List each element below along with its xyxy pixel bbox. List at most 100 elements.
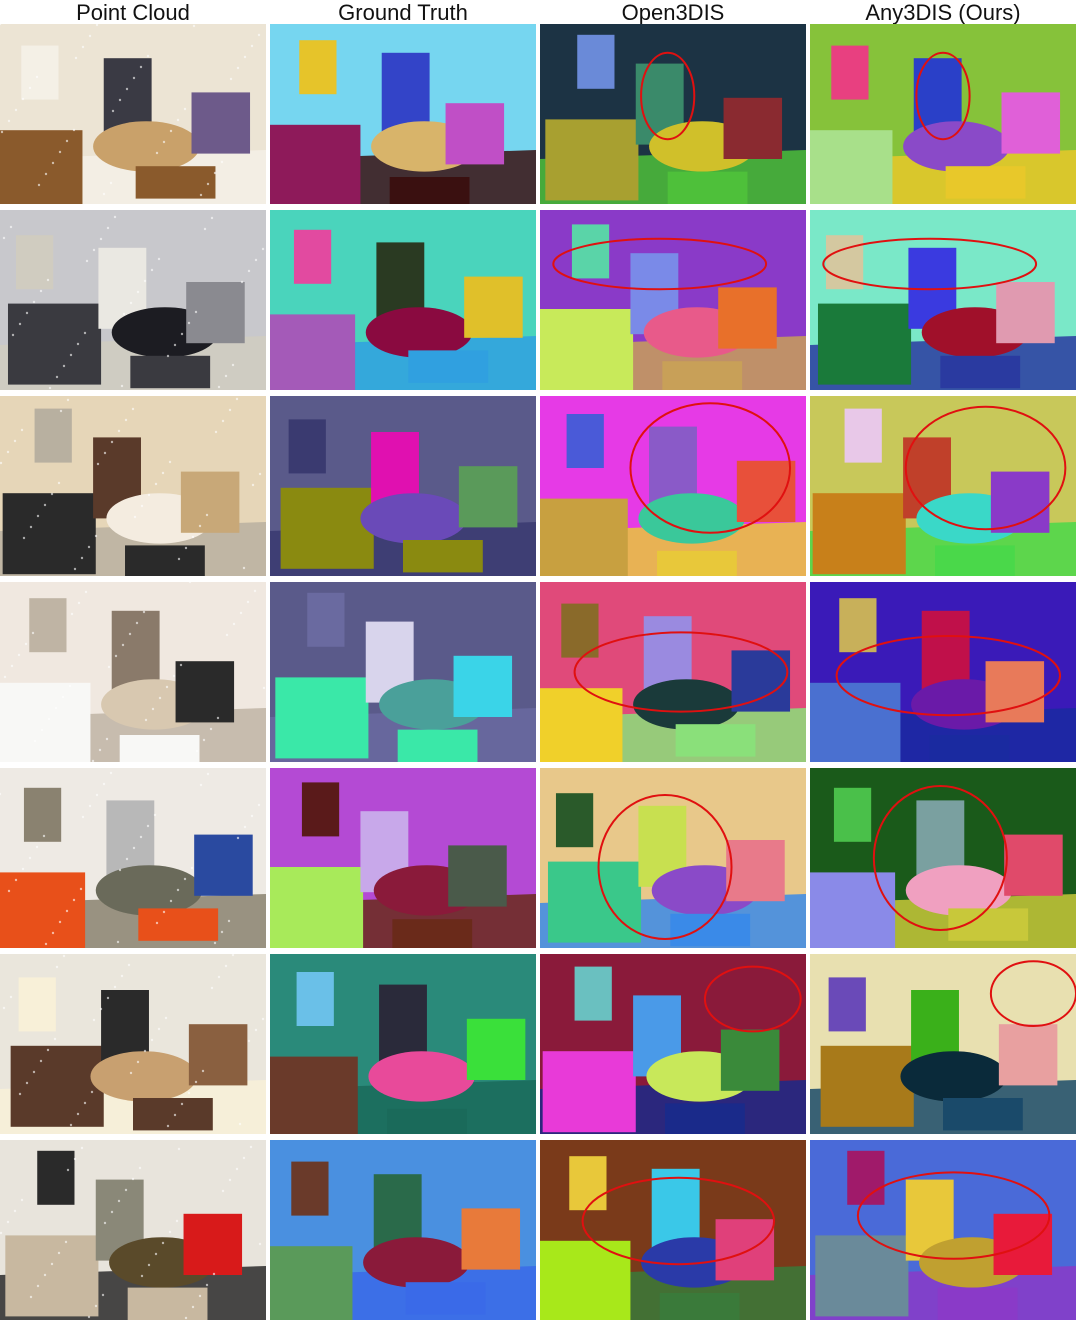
segment-region (996, 282, 1055, 344)
point-speck (231, 363, 235, 367)
point-speck (183, 877, 187, 881)
segment-region (175, 661, 235, 723)
segment-region (18, 977, 56, 1032)
segment-region (720, 1029, 780, 1091)
panel-image (270, 24, 536, 204)
panel-living-room-sofa-o3 (540, 396, 806, 576)
point-speck (36, 514, 40, 518)
point-speck (51, 931, 55, 935)
point-speck (262, 686, 266, 690)
segment-region (839, 598, 877, 653)
segment-region (945, 166, 1026, 199)
point-speck (51, 161, 55, 165)
point-speck (98, 748, 102, 752)
segment-region (831, 45, 869, 100)
segment-region (675, 724, 756, 757)
segment-region (935, 545, 1015, 576)
point-speck (59, 409, 63, 413)
point-speck (199, 783, 203, 787)
segment-region (633, 679, 740, 730)
point-speck (206, 772, 210, 776)
point-speck (121, 643, 125, 647)
segment-region (667, 171, 748, 204)
segment-region (542, 1051, 636, 1133)
point-speck (139, 835, 143, 839)
point-speck (166, 1124, 170, 1128)
point-speck (212, 1272, 216, 1276)
point-speck (221, 419, 225, 423)
point-speck (66, 398, 70, 402)
point-speck (39, 1059, 43, 1063)
segment-region (659, 1293, 740, 1320)
point-speck (57, 1251, 61, 1255)
point-speck (228, 1178, 232, 1182)
point-speck (172, 674, 176, 678)
segment-region (387, 1108, 467, 1134)
segment-region (715, 1219, 775, 1281)
column-title-any3dis: Any3DIS (Ours) (865, 0, 1021, 25)
panel-image (810, 24, 1076, 204)
point-speck (169, 129, 173, 133)
point-speck (65, 139, 69, 143)
segment-region (270, 1056, 358, 1134)
point-speck (201, 1069, 205, 1073)
point-speck (62, 364, 66, 368)
segment-region (844, 408, 882, 463)
point-speck (224, 374, 228, 378)
point-speck (221, 1189, 225, 1193)
segment-region (453, 655, 513, 717)
point-speck (101, 1293, 105, 1297)
point-speck (254, 1028, 258, 1032)
segment-region (657, 550, 737, 576)
point-speck (242, 1156, 246, 1160)
point-speck (66, 1168, 70, 1172)
point-speck (199, 193, 203, 197)
segment-region (571, 224, 610, 279)
point-speck (217, 975, 221, 979)
panel-dining-area-gt (270, 768, 536, 948)
segment-region (726, 840, 785, 902)
point-speck (77, 601, 81, 605)
segment-region (188, 1024, 248, 1086)
point-speck (239, 611, 243, 615)
point-speck (162, 140, 166, 144)
segment-region (718, 287, 777, 349)
point-speck (58, 150, 62, 154)
panel-image (270, 396, 536, 576)
point-speck (203, 227, 207, 231)
point-speck (246, 600, 250, 604)
point-speck (31, 631, 35, 635)
point-speck (142, 610, 146, 614)
point-speck (176, 888, 180, 892)
panel-image (540, 954, 806, 1134)
point-speck (227, 919, 231, 923)
point-speck (136, 1060, 140, 1064)
panel-living-room-sofa-any (810, 396, 1076, 576)
point-speck (83, 1101, 87, 1105)
point-speck (44, 942, 48, 946)
point-speck (192, 24, 196, 28)
segment-region (138, 908, 219, 941)
point-speck (9, 225, 13, 229)
point-speck (254, 258, 258, 262)
point-speck (69, 353, 73, 357)
segment-region (389, 177, 470, 204)
point-speck (176, 118, 180, 122)
point-speck (238, 1122, 242, 1126)
point-speck (247, 1039, 251, 1043)
segment-region (270, 124, 361, 204)
point-speck (162, 910, 166, 914)
panel-image (270, 954, 536, 1134)
point-speck (29, 1295, 33, 1299)
point-speck (80, 1146, 84, 1150)
segment-region (998, 1024, 1058, 1086)
point-speck (99, 237, 103, 241)
point-speck (177, 1147, 181, 1151)
point-speck (236, 66, 240, 70)
point-speck (53, 1037, 57, 1041)
panel-image (540, 210, 806, 390)
point-speck (198, 524, 202, 528)
column-title-ground-truth: Ground Truth (338, 0, 468, 25)
point-speck (95, 793, 99, 797)
panel-tv-room-o3 (540, 954, 806, 1134)
